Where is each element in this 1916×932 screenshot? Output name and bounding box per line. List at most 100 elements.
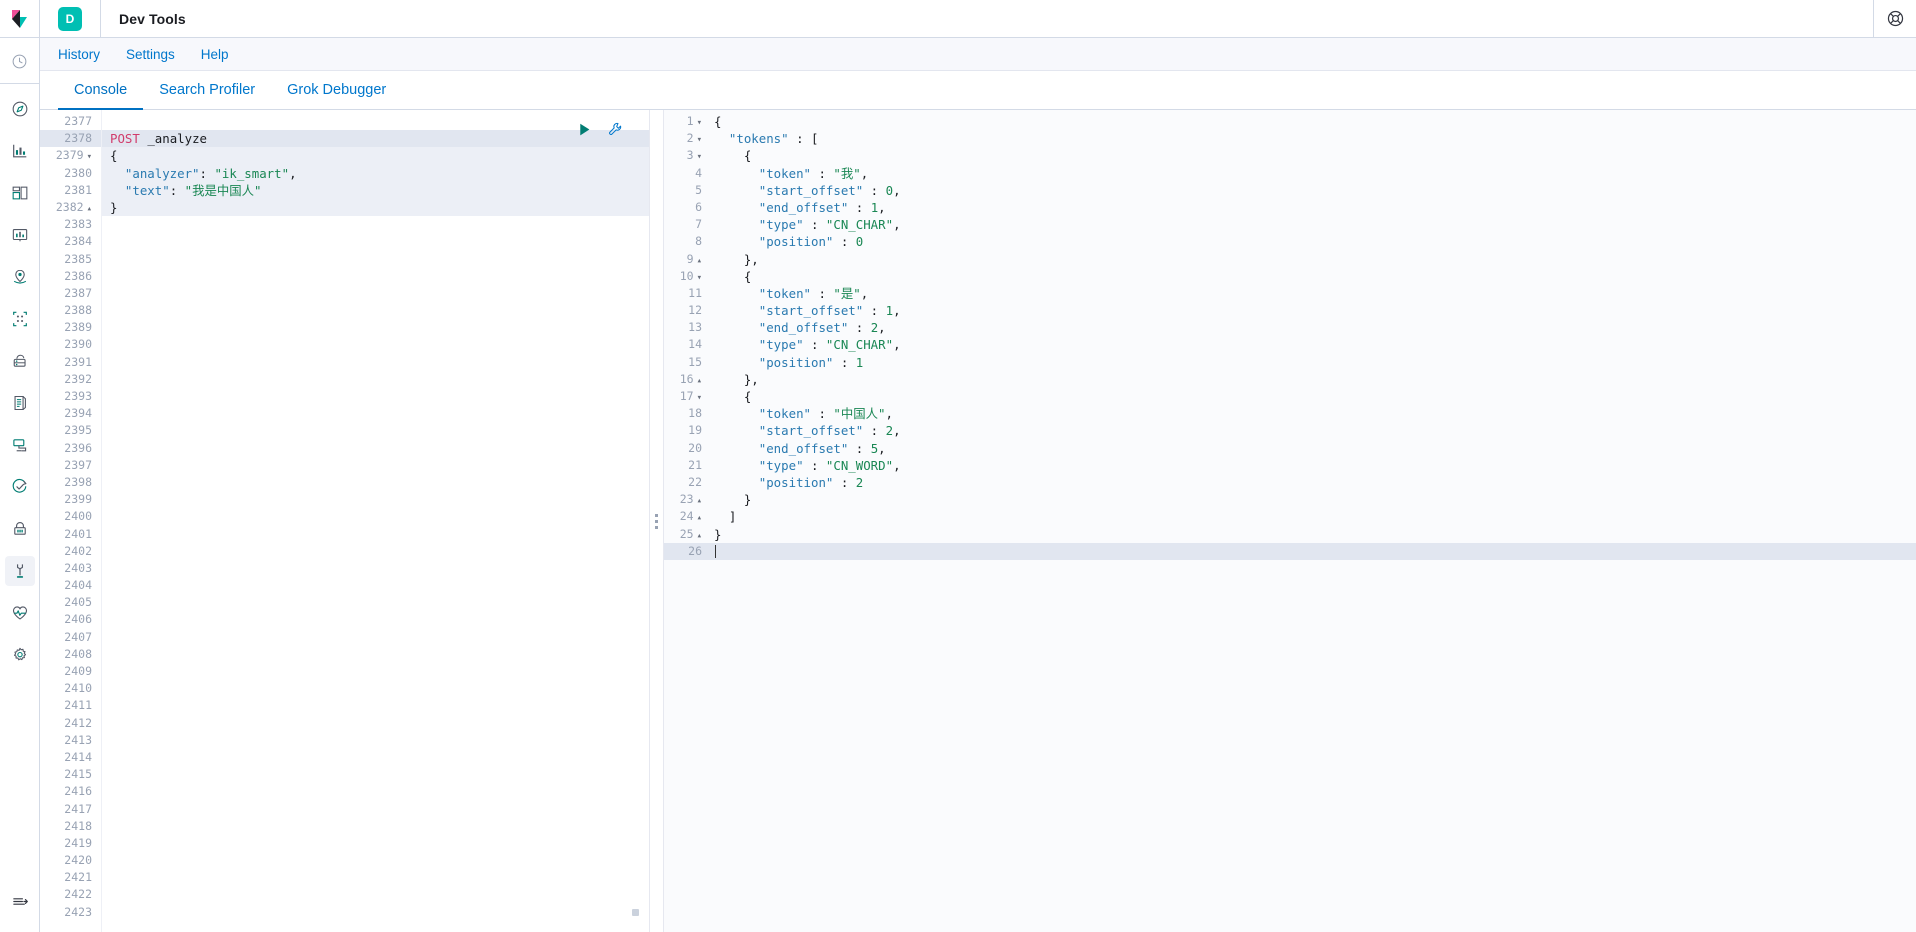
fold-toggle-icon[interactable]: ▴	[697, 256, 702, 266]
elastic-logo[interactable]	[0, 0, 40, 38]
request-scroll-thumb[interactable]	[632, 909, 639, 916]
heart-monitoring-icon	[11, 604, 29, 622]
request-line-number: 2418	[40, 818, 101, 835]
request-code-line	[102, 749, 649, 766]
response-code-line: ]	[708, 508, 1916, 525]
subnav-item-help[interactable]: Help	[201, 47, 229, 62]
code-token: }	[110, 200, 117, 215]
request-code-line	[102, 526, 649, 543]
code-token: "position"	[759, 234, 834, 249]
request-line-number: 2420	[40, 852, 101, 869]
fold-toggle-icon[interactable]: ▾	[697, 393, 702, 403]
fold-toggle-icon[interactable]: ▴	[697, 513, 702, 523]
sidebar-item-monitoring[interactable]	[5, 598, 35, 628]
tab-search-profiler[interactable]: Search Profiler	[143, 72, 271, 110]
editor-splitter-handle[interactable]	[650, 110, 664, 932]
code-token: "我是中国人"	[185, 183, 262, 198]
send-request-button[interactable]	[577, 122, 592, 137]
fold-toggle-icon[interactable]: ▴	[697, 376, 702, 386]
request-line-number: 2377	[40, 113, 101, 130]
response-line-number: 23▴	[664, 491, 708, 508]
sidebar-item-canvas[interactable]	[5, 220, 35, 250]
sidebar-item-management[interactable]	[5, 640, 35, 670]
sidebar-item-logs[interactable]	[5, 388, 35, 418]
open-documentation-button[interactable]	[608, 122, 623, 137]
request-line-number: 2408	[40, 646, 101, 663]
response-line-number: 24▴	[664, 508, 708, 525]
tab-grok-debugger[interactable]: Grok Debugger	[271, 72, 402, 110]
fold-toggle-icon[interactable]: ▾	[697, 273, 702, 283]
collapse-nav-button[interactable]	[5, 886, 35, 916]
response-code-line: "type" : "CN_CHAR",	[708, 216, 1916, 233]
code-token: :	[833, 234, 855, 249]
sidebar-item-machine-learning[interactable]	[5, 304, 35, 334]
apm-monitor-icon	[11, 436, 29, 454]
code-token: "token"	[759, 286, 811, 301]
help-lifebuoy-icon	[1886, 9, 1905, 28]
response-code-line: },	[708, 371, 1916, 388]
subnav-item-history[interactable]: History	[58, 47, 100, 62]
canvas-presentation-icon	[11, 226, 29, 244]
response-line-number: 14	[664, 336, 708, 353]
code-token: _analyze	[147, 131, 207, 146]
code-token: 1	[856, 355, 863, 370]
response-line-number: 16▴	[664, 371, 708, 388]
request-line-number: 2416	[40, 783, 101, 800]
code-token: :	[848, 441, 870, 456]
response-code-line: }	[708, 491, 1916, 508]
response-editor-output[interactable]: { "tokens" : [ { "token" : "我", "start_o…	[708, 110, 1916, 932]
response-line-numbers: 1▾2▾3▾456789▴10▾111213141516▴17▾18192021…	[664, 110, 708, 932]
sidebar-item-apm[interactable]	[5, 430, 35, 460]
code-token	[714, 234, 759, 249]
code-token	[110, 183, 125, 198]
sidebar-item-maps[interactable]	[5, 262, 35, 292]
code-token	[714, 183, 759, 198]
bar-chart-visualize-icon	[11, 142, 29, 160]
code-token: {	[714, 148, 751, 163]
help-button[interactable]	[1874, 0, 1916, 38]
request-code-line	[102, 818, 649, 835]
clock-recent-button[interactable]	[5, 46, 35, 76]
fold-toggle-icon[interactable]: ▾	[87, 152, 92, 162]
fold-toggle-icon[interactable]: ▾	[697, 135, 702, 145]
code-token	[714, 355, 759, 370]
code-token: "start_offset"	[759, 183, 863, 198]
sidebar-item-visualize[interactable]	[5, 136, 35, 166]
request-line-number: 2390	[40, 336, 101, 353]
code-token	[714, 217, 759, 232]
request-code-line	[102, 233, 649, 250]
response-code-line: "position" : 2	[708, 474, 1916, 491]
elastic-logo-icon	[10, 9, 30, 29]
code-token: "CN_WORD"	[826, 458, 893, 473]
request-line-number: 2413	[40, 732, 101, 749]
response-code-line: "start_offset" : 2,	[708, 422, 1916, 439]
tab-console[interactable]: Console	[58, 72, 143, 110]
machine-learning-nodes-icon	[11, 310, 29, 328]
sidebar-item-dashboard[interactable]	[5, 178, 35, 208]
sidebar-item-security[interactable]	[5, 514, 35, 544]
fold-toggle-icon[interactable]: ▾	[697, 152, 702, 162]
request-editor-input[interactable]: POST _analyze{ "analyzer": "ik_smart", "…	[102, 110, 649, 932]
sidebar-item-dev-tools[interactable]	[5, 556, 35, 586]
request-code-line	[102, 251, 649, 268]
fold-toggle-icon[interactable]: ▴	[87, 204, 92, 214]
dev-tools-tabs: Console Search Profiler Grok Debugger	[40, 71, 1916, 110]
logs-document-icon	[11, 394, 29, 412]
request-line-number: 2412	[40, 715, 101, 732]
response-line-number: 9▴	[664, 251, 708, 268]
code-token: },	[714, 252, 759, 267]
fold-toggle-icon[interactable]: ▴	[697, 496, 702, 506]
request-line-number: 2398	[40, 474, 101, 491]
request-line-number: 2415	[40, 766, 101, 783]
fold-toggle-icon[interactable]: ▴	[697, 531, 702, 541]
request-line-number: 2397	[40, 457, 101, 474]
request-code-line	[102, 852, 649, 869]
request-line-number: 2407	[40, 629, 101, 646]
response-code-line: {	[708, 113, 1916, 130]
sidebar-item-uptime[interactable]	[5, 472, 35, 502]
sidebar-item-infrastructure[interactable]	[5, 346, 35, 376]
sidebar-item-discover[interactable]	[5, 94, 35, 124]
subnav-item-settings[interactable]: Settings	[126, 47, 175, 62]
fold-toggle-icon[interactable]: ▾	[697, 118, 702, 128]
code-token	[714, 131, 729, 146]
